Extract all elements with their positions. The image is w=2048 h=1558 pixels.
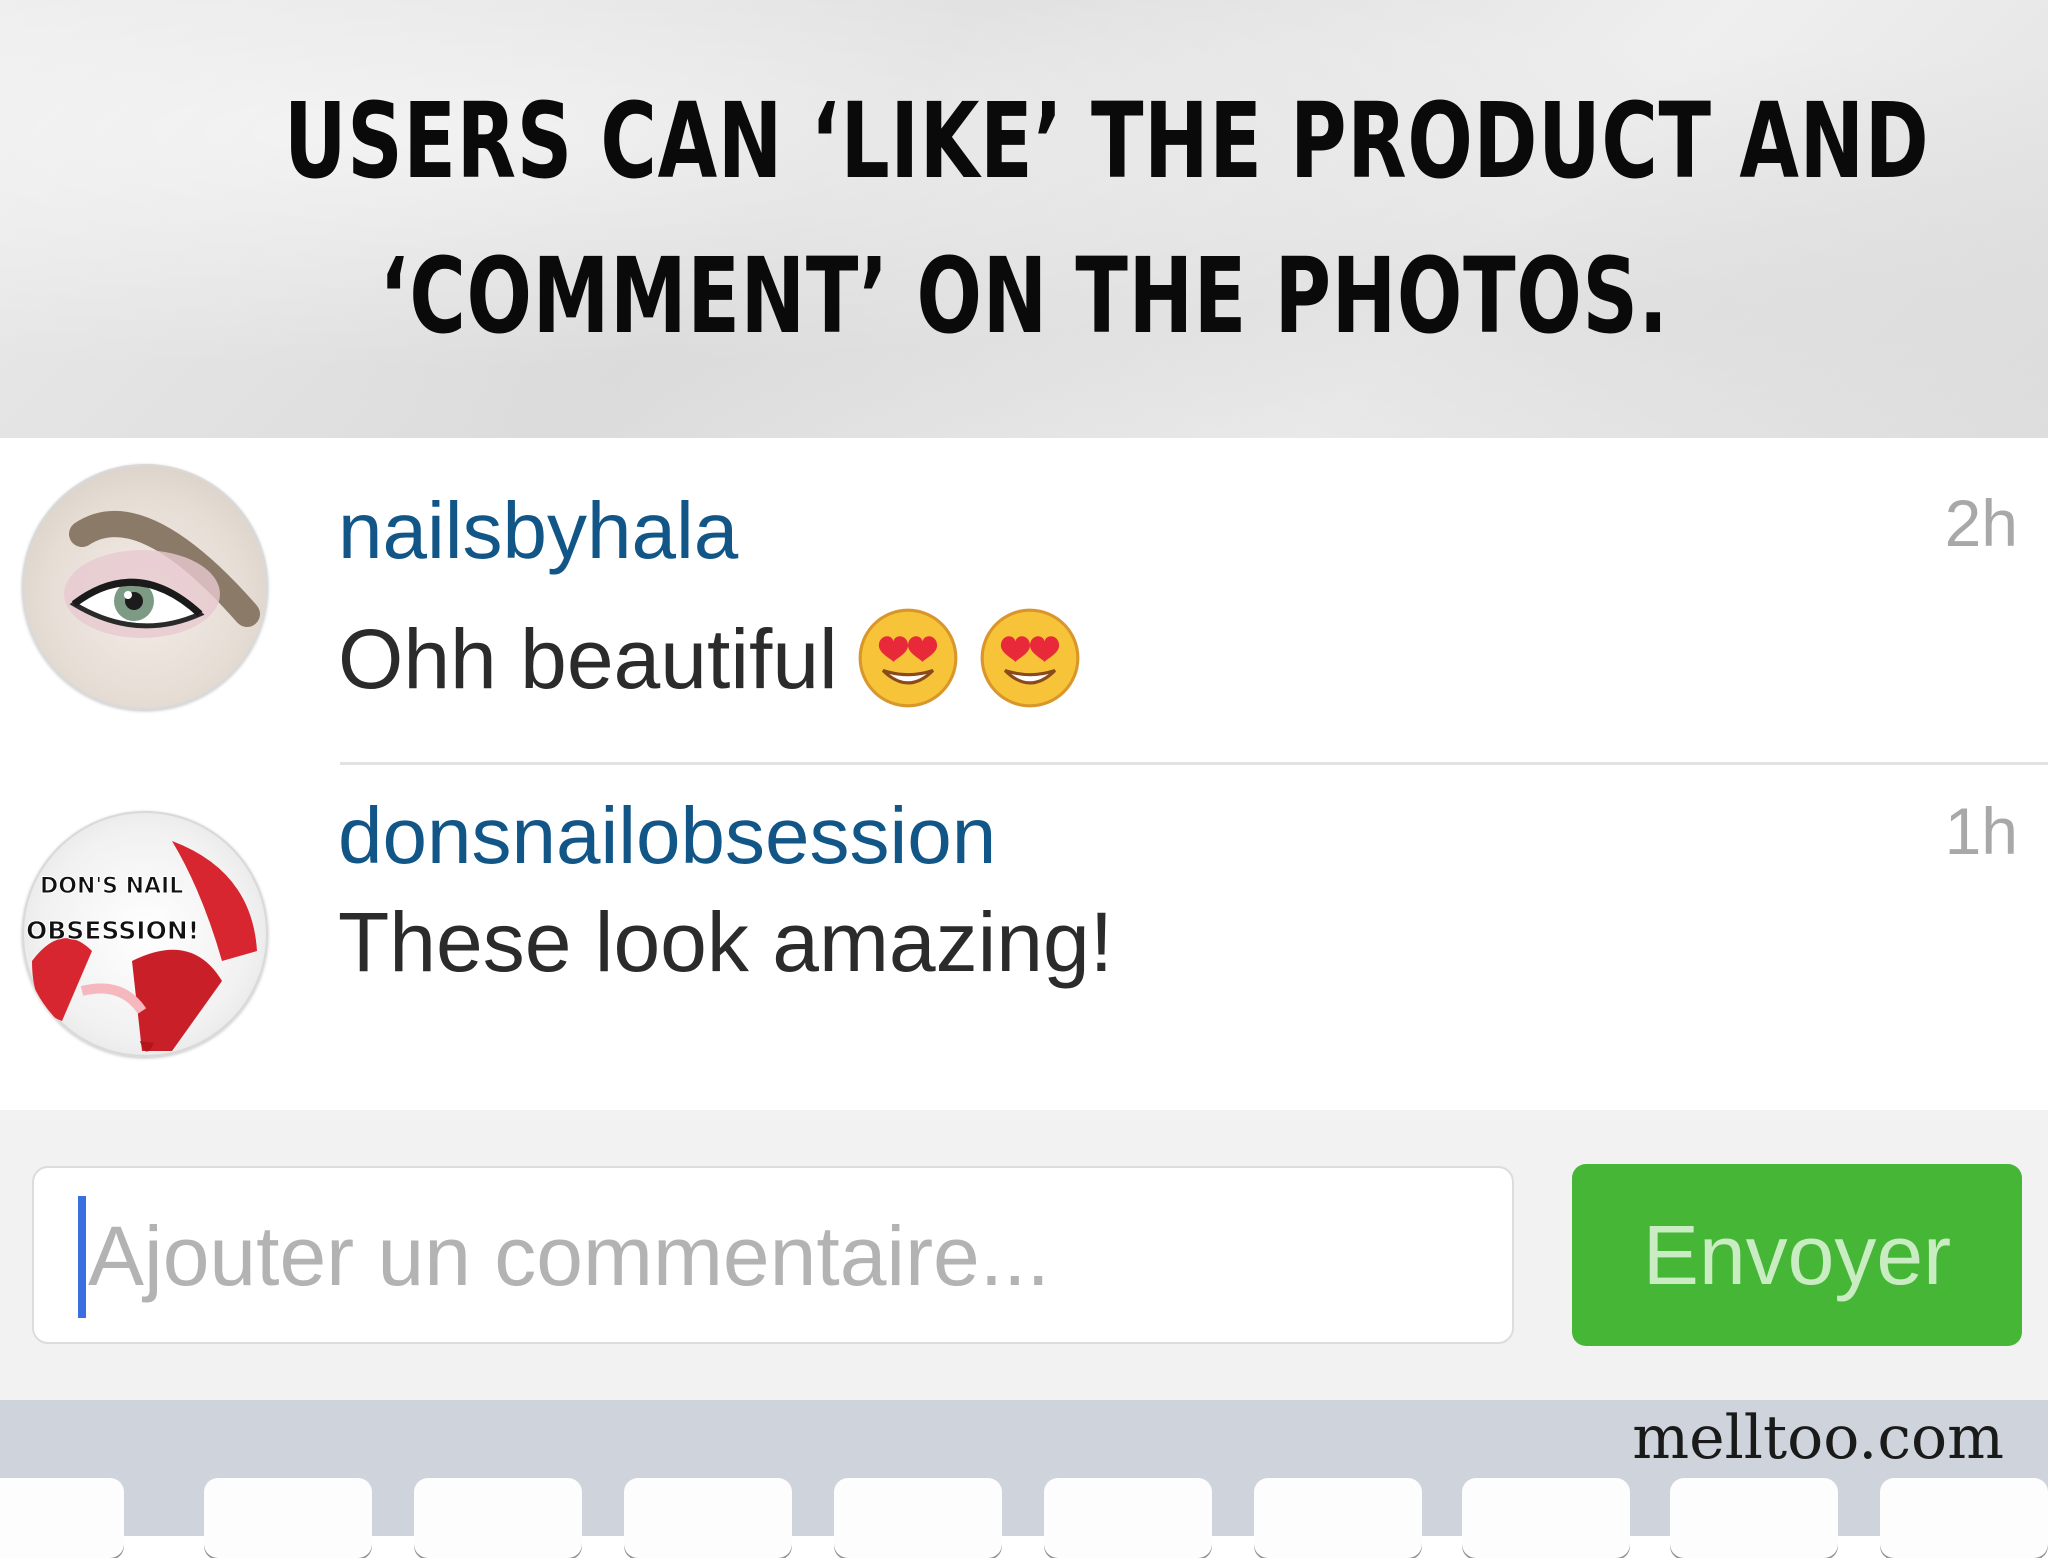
heart-eyes-emoji-icon [856,606,960,710]
keyboard-key[interactable] [1044,1478,1212,1558]
avatar[interactable] [22,464,268,710]
eye-makeup-avatar-icon [64,511,260,638]
keyboard-key[interactable] [0,1478,124,1558]
headline-line-2: ‘COMMENT’ ON THE PHOTOS. [379,235,1669,357]
comment-divider [340,762,2048,765]
heart-eyes-emoji-icon [978,606,1082,710]
avatar[interactable]: DON'S NAIL OBSESSION! [22,811,268,1057]
comment-input-placeholder: Ajouter un commentaire... [88,1209,1050,1303]
keyboard: melltoo.com [0,1400,2048,1558]
svg-text:DON'S NAIL: DON'S NAIL [40,874,183,899]
comment-username[interactable]: nailsbyhala [338,491,738,571]
comment-timestamp: 2h [1944,486,2018,560]
keyboard-key[interactable] [624,1478,792,1558]
watermark: melltoo.com [1632,1403,2004,1473]
comment-username[interactable]: donsnailobsession [338,796,996,876]
comment-list: nailsbyhala Ohh beautiful 2h donsnailobs… [0,438,2048,1110]
keyboard-key[interactable] [204,1478,372,1558]
comment-composer: Ajouter un commentaire... Envoyer [0,1110,2048,1400]
keyboard-key[interactable] [1670,1478,1838,1558]
headline-banner: USERS CAN ‘LIKE’ THE PRODUCT AND ‘COMMEN… [0,0,2048,438]
send-button[interactable]: Envoyer [1572,1164,2022,1346]
text-caret [78,1196,86,1318]
svg-text:OBSESSION!: OBSESSION! [26,916,199,945]
headline-line-1: USERS CAN ‘LIKE’ THE PRODUCT AND [284,80,1930,202]
keyboard-key[interactable] [1254,1478,1422,1558]
comment-item: donsnailobsession These look amazing! 1h [0,778,2048,1108]
comment-input[interactable]: Ajouter un commentaire... [32,1166,1514,1344]
comment-body: Ohh beautiful [338,612,838,706]
keyboard-key[interactable] [834,1478,1002,1558]
headline: USERS CAN ‘LIKE’ THE PRODUCT AND ‘COMMEN… [284,64,1930,374]
comment-text: These look amazing! [338,895,1114,989]
keyboard-key[interactable] [414,1478,582,1558]
send-button-label: Envoyer [1642,1208,1952,1302]
comment-item: nailsbyhala Ohh beautiful 2h [0,438,2048,768]
comment-text: Ohh beautiful [338,606,1082,710]
comment-timestamp: 1h [1944,794,2018,868]
keyboard-key[interactable] [1462,1478,1630,1558]
nail-obsession-avatar-icon: DON'S NAIL OBSESSION! [26,841,257,1052]
keyboard-key[interactable] [1880,1478,2048,1558]
